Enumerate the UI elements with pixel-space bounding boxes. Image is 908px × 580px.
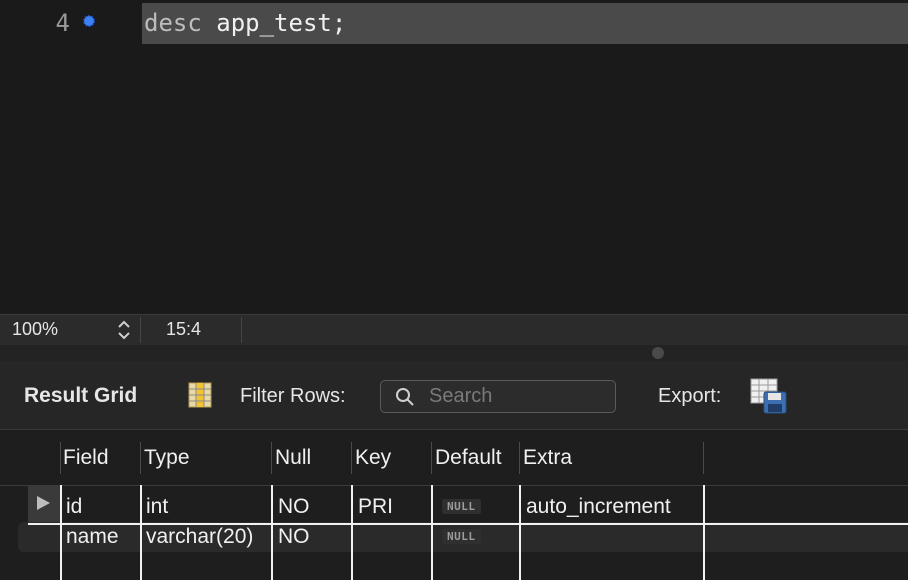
row-separator [28, 523, 908, 525]
sql-identifier: app_test; [201, 9, 347, 37]
table-row[interactable]: name varchar(20) NO NULL [0, 522, 908, 552]
column-header-field[interactable]: Field [63, 446, 109, 470]
grid-header: Field Type Null Key Default Extra [0, 430, 908, 486]
result-grid-title: Result Grid [24, 384, 138, 407]
status-divider [140, 317, 141, 343]
search-input[interactable] [429, 384, 609, 408]
search-icon [396, 388, 414, 406]
column-divider [431, 442, 432, 474]
cell-border [519, 485, 521, 580]
cell-extra[interactable]: auto_increment [526, 495, 671, 519]
column-divider [271, 442, 272, 474]
column-divider [60, 442, 61, 474]
sql-editor[interactable]: 4 desc app_test; [0, 0, 908, 314]
splitter-handle[interactable] [652, 347, 664, 359]
result-grid-icon[interactable] [187, 382, 213, 408]
filter-search-box[interactable] [380, 380, 616, 413]
code-line-text[interactable]: desc app_test; [144, 6, 346, 40]
cell-border [351, 485, 353, 580]
cell-field[interactable]: name [66, 525, 119, 549]
cell-border [140, 485, 142, 580]
statement-marker-icon[interactable] [83, 15, 95, 27]
column-header-extra[interactable]: Extra [523, 446, 572, 470]
cell-border [60, 485, 62, 580]
column-divider [351, 442, 352, 474]
panel-splitter[interactable] [0, 345, 908, 361]
export-icon[interactable] [750, 378, 788, 414]
cell-type[interactable]: int [146, 495, 168, 519]
cell-border [431, 485, 433, 580]
cell-field[interactable]: id [66, 495, 82, 519]
cell-null[interactable]: NO [278, 525, 310, 549]
cell-default-null-badge[interactable]: NULL [442, 499, 481, 514]
column-header-key[interactable]: Key [355, 446, 391, 470]
column-header-null[interactable]: Null [275, 446, 311, 470]
export-label: Export: [658, 385, 722, 407]
cell-null[interactable]: NO [278, 495, 310, 519]
filter-rows-label: Filter Rows: [240, 385, 346, 407]
cell-key[interactable]: PRI [358, 495, 393, 519]
cursor-position: 15:4 [166, 319, 202, 339]
status-divider [241, 317, 242, 343]
column-header-default[interactable]: Default [435, 446, 502, 470]
cell-border [271, 485, 273, 580]
table-row[interactable]: id int NO PRI NULL auto_increment [0, 492, 908, 522]
column-divider [519, 442, 520, 474]
cell-type[interactable]: varchar(20) [146, 525, 253, 549]
result-grid[interactable]: Field Type Null Key Default Extra id int… [0, 430, 908, 580]
sql-keyword: desc [144, 9, 202, 37]
cell-border [703, 485, 705, 580]
zoom-stepper-icon[interactable] [115, 319, 133, 341]
column-divider [140, 442, 141, 474]
result-toolbar: Result Grid Filter Rows: Export: [0, 361, 908, 430]
line-number: 4 [55, 9, 70, 37]
cell-default-null-badge[interactable]: NULL [442, 529, 481, 544]
editor-status-bar: 100% 15:4 [0, 314, 908, 345]
column-header-type[interactable]: Type [144, 446, 190, 470]
column-divider [703, 442, 704, 474]
zoom-level: 100% [12, 319, 59, 339]
